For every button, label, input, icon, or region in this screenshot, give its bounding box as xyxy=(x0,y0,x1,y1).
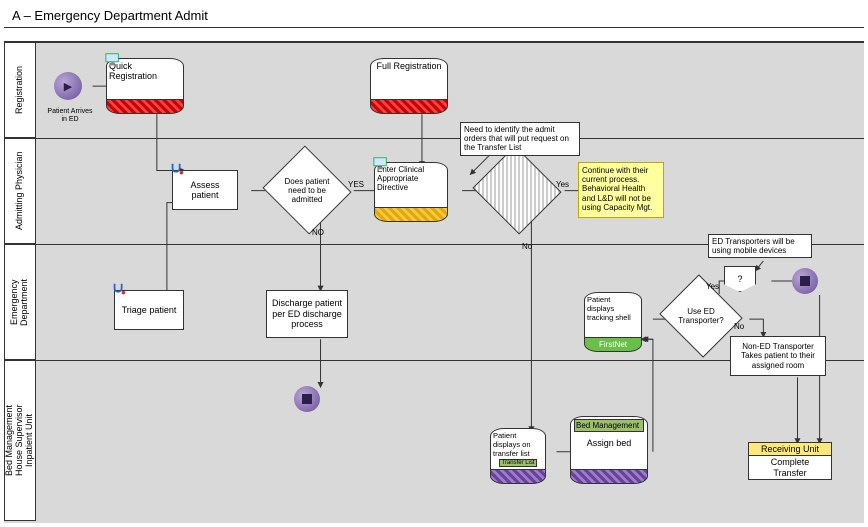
tracking-shell-label: Patient displays tracking shell xyxy=(587,295,639,322)
edge-yes-3: Yes xyxy=(706,282,719,291)
lane-label-emergency: Emergency Department xyxy=(4,244,36,360)
edge-yes-2: Yes xyxy=(556,180,569,189)
end-event-discharge xyxy=(294,386,320,412)
swimlane-canvas: Registration Admitting Physician Emergen… xyxy=(4,42,864,523)
assign-bed-datastore: Bed Management Assign bed xyxy=(570,416,648,484)
start-label: Patient Arrives in ED xyxy=(42,102,98,130)
full-registration-datastore: Full Registration xyxy=(370,58,448,114)
decision-hatched xyxy=(484,160,550,220)
firstnet-label: FirstNet xyxy=(584,338,642,352)
full-registration-label: Full Registration xyxy=(376,61,441,71)
transfer-list-app: Transfer List xyxy=(499,459,536,467)
discharge-task: Discharge patient per ED discharge proce… xyxy=(266,290,348,338)
non-ed-transporter-task: Non-ED Transporter Takes patient to thei… xyxy=(730,336,826,376)
stethoscope-icon xyxy=(168,162,186,178)
receiving-unit-header: Receiving Unit xyxy=(748,442,832,456)
edge-no-1: NO xyxy=(312,228,324,237)
decision-transporter: Use ED Transporter? xyxy=(670,288,732,344)
computer-icon xyxy=(104,52,122,68)
note-continue-process: Continue with their current process. Beh… xyxy=(578,162,664,218)
assign-bed-label: Assign bed xyxy=(587,438,632,448)
tracking-shell-datastore: Patient displays tracking shell FirstNet xyxy=(584,292,642,352)
edge-no-3: No xyxy=(734,322,744,331)
offpage-connector: ? xyxy=(724,266,756,292)
end-event-transport xyxy=(792,268,818,294)
computer-icon xyxy=(372,156,390,172)
transfer-list-datastore: Patient displays on transfer list Transf… xyxy=(490,428,546,484)
receiving-unit-block: Receiving Unit Complete Transfer xyxy=(748,442,832,480)
transfer-list-text: Patient displays on transfer list xyxy=(493,431,543,458)
stethoscope-icon xyxy=(110,282,128,298)
callout-admit-orders: Need to identify the admit orders that w… xyxy=(460,122,580,156)
lane-label-registration: Registration xyxy=(4,42,36,138)
bed-management-header: Bed Management xyxy=(574,419,644,432)
page-title: A – Emergency Department Admit xyxy=(4,4,864,28)
lane-label-physician: Admitting Physician xyxy=(4,138,36,244)
edge-no-2: No xyxy=(522,242,532,251)
subheader-bar xyxy=(4,28,864,42)
decision-admit: Does patient need to be admitted xyxy=(274,160,340,220)
start-event: ▶ xyxy=(54,72,82,100)
edge-yes-1: YES xyxy=(348,180,364,189)
callout-transporters: ED Transporters will be using mobile dev… xyxy=(708,234,812,258)
lane-label-bed-management: Bed Management House Supervisor Inpatien… xyxy=(4,360,36,521)
complete-transfer-task: Complete Transfer xyxy=(748,456,832,480)
